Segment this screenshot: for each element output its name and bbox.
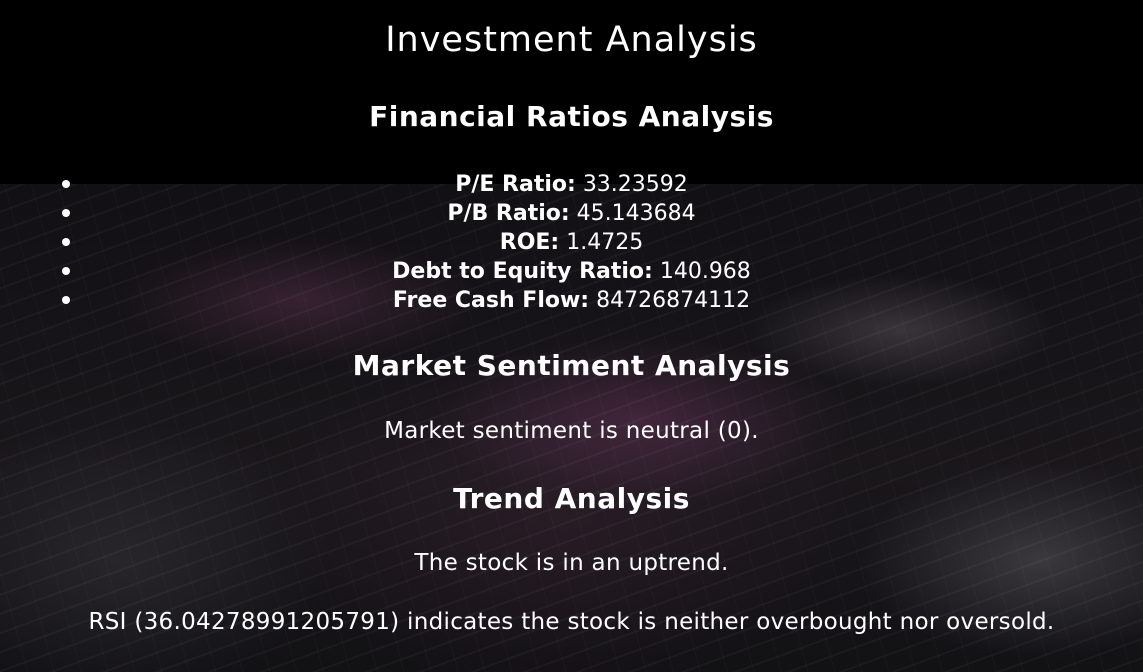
rsi-text: RSI (36.04278991205791) indicates the st… [88, 609, 1055, 635]
market-sentiment-text: Market sentiment is neutral (0). [384, 418, 759, 444]
financial-ratios-heading: Financial Ratios Analysis [369, 100, 774, 133]
ratio-label: ROE: [499, 230, 560, 255]
trend-analysis-heading: Trend Analysis [453, 482, 690, 515]
bullet-icon [62, 267, 70, 275]
ratio-label: Free Cash Flow: [392, 288, 590, 313]
ratio-item-debt-to-equity: Debt to Equity Ratio: 140.968 [0, 257, 1143, 286]
ratio-label: P/E Ratio: [455, 172, 576, 197]
bullet-icon [62, 238, 70, 246]
ratio-item-pb: P/B Ratio: 45.143684 [0, 199, 1143, 228]
ratio-label: Debt to Equity Ratio: [392, 259, 653, 284]
bullet-icon [62, 296, 70, 304]
bullet-icon [62, 180, 70, 188]
ratio-value: 1.4725 [566, 230, 644, 255]
ratio-label: P/B Ratio: [447, 201, 570, 226]
bullet-icon [62, 209, 70, 217]
financial-ratios-list: P/E Ratio: 33.23592 P/B Ratio: 45.143684… [0, 170, 1143, 315]
market-sentiment-heading: Market Sentiment Analysis [352, 349, 791, 382]
page-title: Investment Analysis [385, 20, 758, 60]
ratio-item-pe: P/E Ratio: 33.23592 [0, 170, 1143, 199]
ratio-value: 140.968 [659, 259, 751, 284]
ratio-item-free-cash-flow: Free Cash Flow: 84726874112 [0, 286, 1143, 315]
ratio-value: 33.23592 [582, 172, 688, 197]
ratio-value: 84726874112 [596, 288, 751, 313]
ratio-item-roe: ROE: 1.4725 [0, 228, 1143, 257]
trend-text: The stock is in an uptrend. [414, 550, 729, 576]
ratio-value: 45.143684 [576, 201, 696, 226]
analysis-content: Investment Analysis Financial Ratios Ana… [0, 0, 1143, 672]
